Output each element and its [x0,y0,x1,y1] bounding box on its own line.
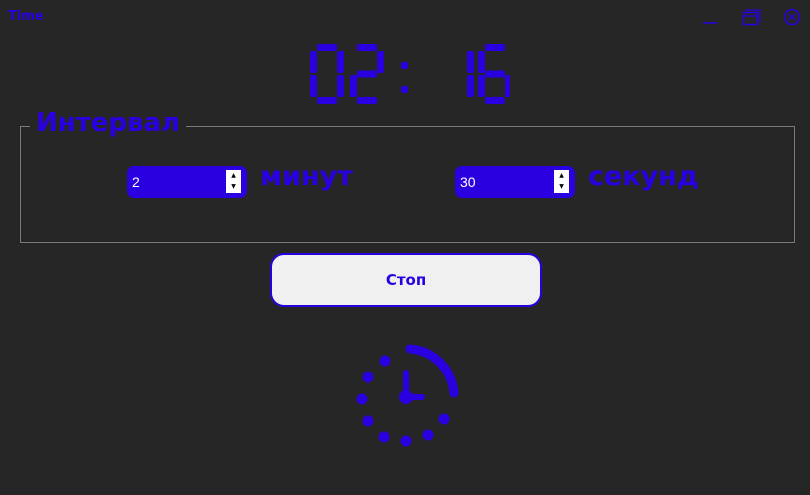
minutes-up-arrow-icon[interactable]: ▲ [226,170,241,182]
minutes-digit-1-segment-a [317,44,337,51]
minutes-digit-2-segment-g [357,70,377,78]
interval-legend: Интервал [30,106,187,140]
seconds-digit-1-segment-b [467,51,474,73]
seconds-digit-2-segment-e [478,75,485,97]
seconds-digit-2-segment-c [505,75,510,97]
timer-seconds: 16 [300,44,302,45]
app-title: Time [8,9,44,24]
stop-button[interactable]: Стоп [270,253,542,307]
minutes-digit-1-segment-f [310,51,317,73]
minutes-spin-arrows: ▲ ▼ [226,170,241,193]
minutes-digit-2-segment-d [357,97,377,104]
minutes-digit-2-segment-e [350,75,357,97]
timer-separator: : [300,44,301,45]
seconds-spinbox[interactable]: 30 ▲ ▼ [455,166,575,198]
seconds-label: секунд [588,161,699,192]
timer-minutes: 02 [300,44,302,45]
seconds-digit-2-segment-g [485,70,505,78]
seconds-digit-2-segment-d [485,97,505,104]
minutes-digit-2-segment-a [357,44,377,51]
timer-colon-bottom [401,86,408,93]
minutes-label: минут [260,161,353,192]
seconds-value[interactable]: 30 [460,174,476,190]
clock-loading-icon [356,344,459,447]
seconds-digit-1-segment-c [467,75,474,97]
minimize-icon [703,22,717,24]
minutes-digit-1-segment-e [310,75,317,97]
minutes-down-arrow-icon[interactable]: ▼ [226,182,241,194]
seconds-spin-arrows: ▲ ▼ [554,170,569,193]
seconds-digit-2-segment-a [485,44,505,51]
maximize-button[interactable] [740,6,762,28]
minutes-digit-1-segment-b [337,51,344,73]
minimize-button[interactable] [699,6,721,28]
close-icon [783,8,801,26]
minutes-digit-1-segment-d [317,97,337,104]
minutes-digit-2-segment-b [377,51,384,73]
seconds-up-arrow-icon[interactable]: ▲ [554,170,569,182]
seconds-digit-2-segment-f [478,51,485,73]
minutes-spinbox[interactable]: 2 ▲ ▼ [127,166,247,198]
seconds-down-arrow-icon[interactable]: ▼ [554,182,569,194]
maximize-icon [742,9,761,26]
timer-display: 02 : 16 [300,44,510,104]
minutes-value[interactable]: 2 [132,174,140,190]
minutes-digit-1-segment-c [337,75,344,97]
title-bar: Time [0,0,810,34]
close-button[interactable] [781,6,803,28]
timer-colon-top [401,62,408,69]
